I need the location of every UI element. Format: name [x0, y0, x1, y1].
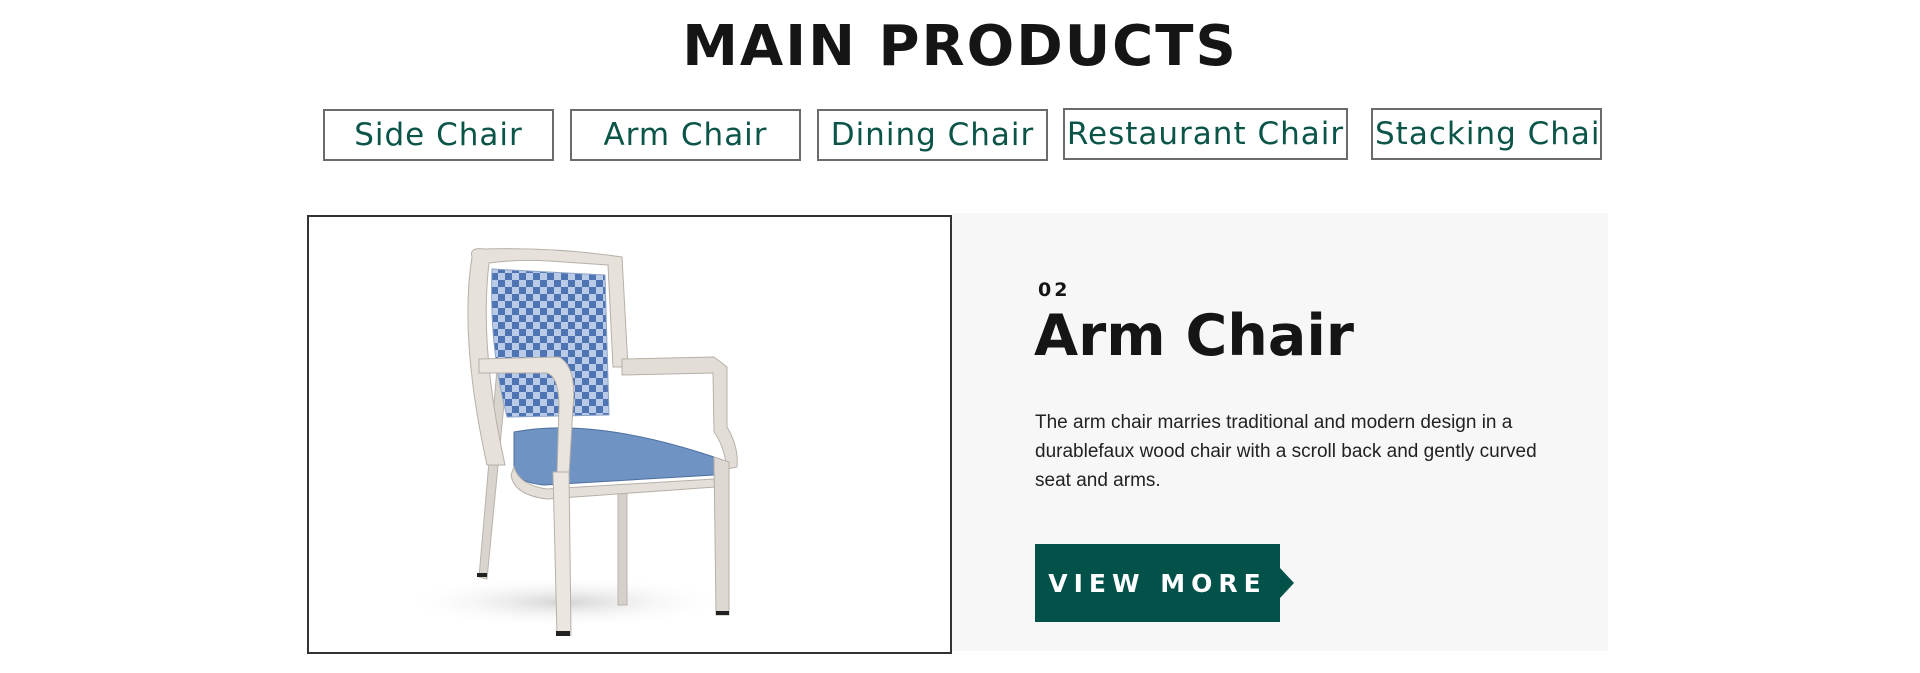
tab-arm-chair[interactable]: Arm Chair — [570, 109, 801, 161]
product-description: The arm chair marries traditional and mo… — [1035, 412, 1537, 491]
tab-dining-chair[interactable]: Dining Chair — [817, 109, 1048, 161]
view-more-button[interactable]: VIEW MORE — [1035, 544, 1294, 622]
section-title: MAIN PRODUCTS — [682, 14, 1238, 79]
tab-side-chair[interactable]: Side Chair — [323, 109, 554, 161]
tab-restaurant-chair[interactable]: Restaurant Chair — [1063, 108, 1348, 160]
arrow-tip-icon — [1280, 568, 1294, 598]
product-image-frame — [307, 215, 952, 654]
product-number: 02 — [1038, 279, 1071, 301]
view-more-label: VIEW MORE — [1048, 568, 1267, 598]
product-title: Arm Chair — [1034, 303, 1354, 369]
tab-stacking-chair[interactable]: Stacking Chair — [1371, 108, 1602, 160]
arm-chair-image — [399, 248, 738, 636]
